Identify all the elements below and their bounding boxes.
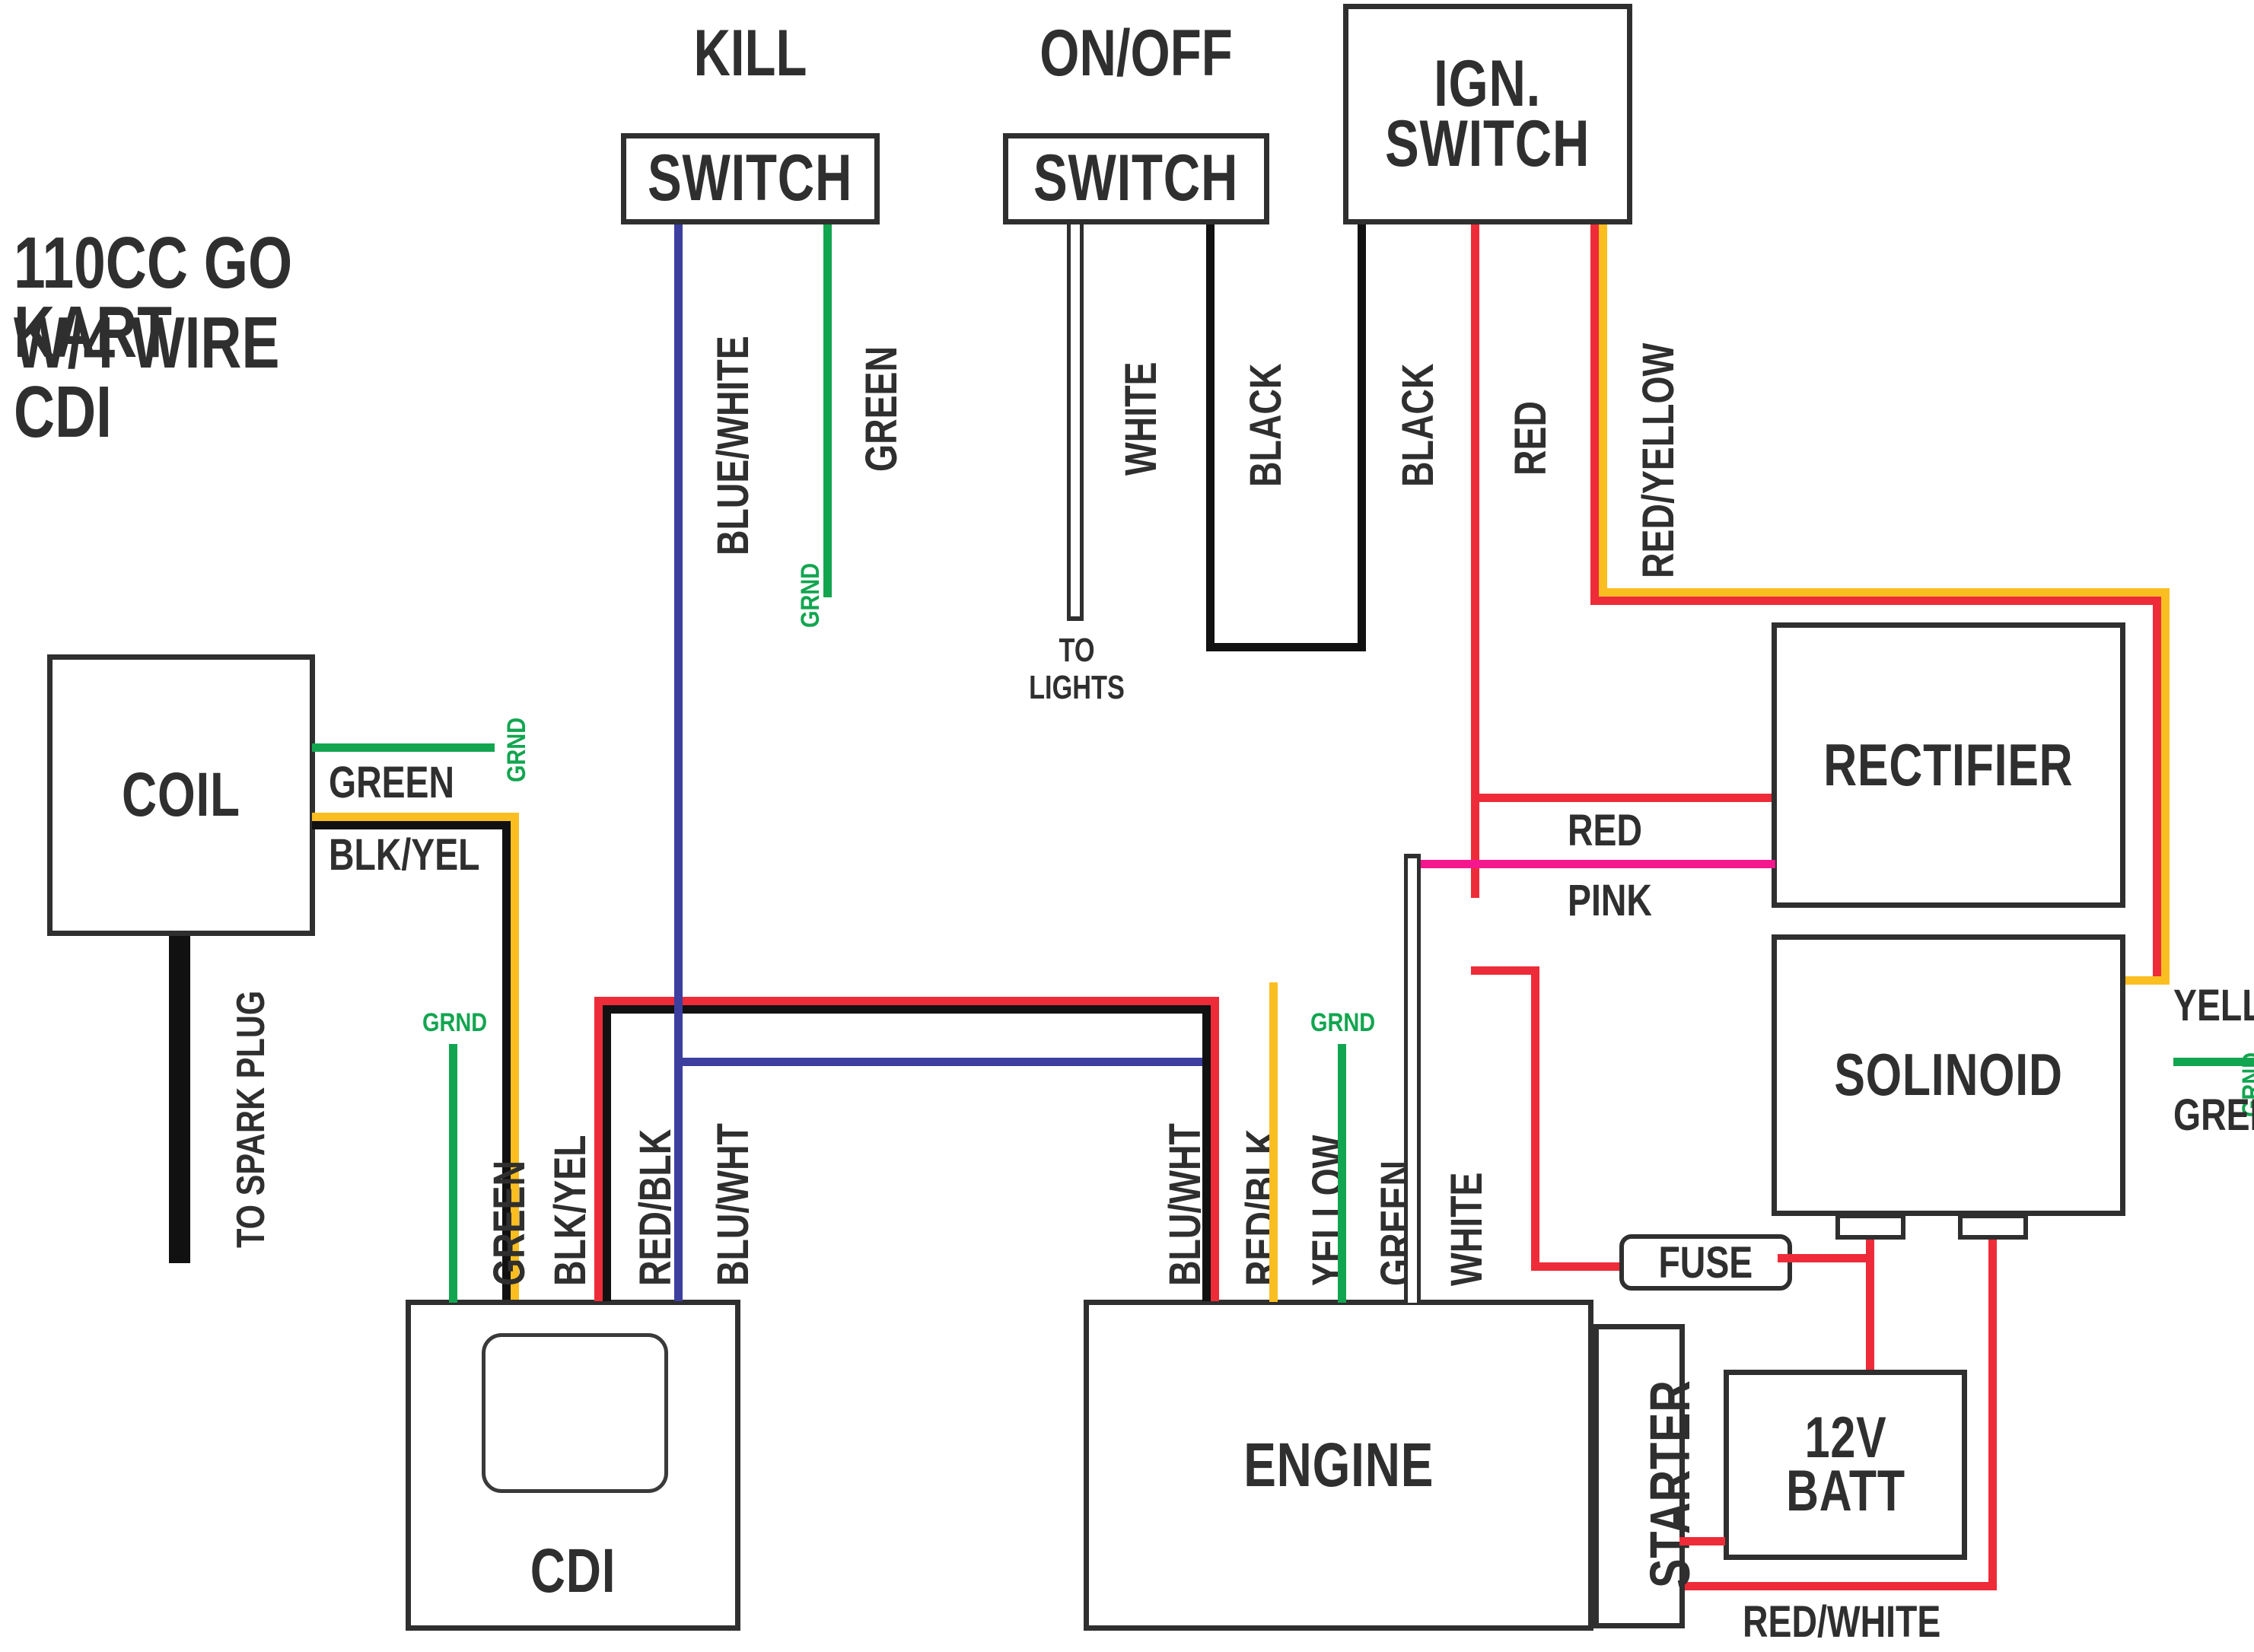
wire-onoff-black-horizontal <box>1206 643 1366 651</box>
wire-solinoid-to-battery <box>1866 1240 1874 1377</box>
wire-label-coil-green: GREEN <box>329 758 455 807</box>
wire-label-sol-yellow: YELLOW <box>2173 981 2254 1030</box>
wire-label-rect-red: RED <box>1568 806 1642 855</box>
wire-label-kill-green: GREEN <box>857 345 906 472</box>
ign-switch-label: IGN. SWITCH <box>1385 46 1590 180</box>
wire-cdi-blu-wht-v <box>674 997 683 1301</box>
wire-starter-to-battery <box>1679 1537 1725 1545</box>
wire-cdi-red-h <box>594 997 1211 1005</box>
rectifier-box[interactable]: RECTIFIER <box>1772 622 2125 908</box>
wire-label-ign-black: BLACK <box>1393 363 1443 487</box>
wire-label-cdi-green: GREEN <box>485 1160 534 1286</box>
wire-engine-black-v <box>1202 1005 1211 1301</box>
wire-ign-black-vertical <box>1358 224 1366 651</box>
page-title-line2: W/4 WIRE CDI <box>14 302 280 454</box>
ign-switch-box[interactable]: IGN. SWITCH <box>1343 4 1632 224</box>
wire-onoff-white-endcap <box>1067 616 1084 621</box>
wire-red-jog-2 <box>1531 966 1539 1271</box>
grnd-label-coil-green: GRND <box>502 717 531 782</box>
wire-red-to-rectifier <box>1471 794 1775 802</box>
solinoid-box[interactable]: SOLINOID <box>1772 934 2125 1216</box>
wire-ign-red-stripe <box>1590 224 1599 605</box>
wire-red-stripe-right-edge <box>2153 597 2161 985</box>
grnd-label-cdi-green: GRND <box>422 1008 488 1037</box>
fuse-box[interactable]: FUSE <box>1619 1234 1792 1291</box>
onoff-switch-caption: ON/OFF <box>1039 17 1233 90</box>
wire-pink-to-rectifier <box>1415 860 1775 868</box>
wire-solinoid-right-down <box>1988 1240 1997 1590</box>
battery-box[interactable]: 12V BATT <box>1724 1370 1967 1560</box>
wire-label-ign-red: RED <box>1506 401 1555 476</box>
starter-label-wrapper: STARTER <box>1638 1380 1912 1640</box>
wire-label-to-spark-plug: TO SPARK PLUG <box>229 990 273 1248</box>
onoff-switch-box[interactable]: SWITCH <box>1003 133 1269 224</box>
wire-kill-green <box>823 224 832 597</box>
wire-cdi-green <box>449 1044 457 1303</box>
solinoid-label: SOLINOID <box>1834 1041 2063 1109</box>
wire-cdi-black-h <box>603 1005 1202 1014</box>
wire-engine-yellow <box>1269 982 1278 1302</box>
wire-engine-white <box>1404 854 1421 1303</box>
wire-label-rect-pink: PINK <box>1568 876 1652 925</box>
wire-blu-wht-h <box>674 1058 1211 1066</box>
wire-label-ign-red-yellow: RED/YELLOW <box>1634 342 1683 578</box>
wire-engine-white-endcap <box>1404 854 1421 858</box>
grnd-label-engine-green: GRND <box>1310 1008 1376 1037</box>
engine-label: ENGINE <box>1243 1430 1434 1500</box>
wire-label-sol-green: GREEN <box>2173 1090 2254 1140</box>
wire-yellow-stripe-right-edge <box>2161 588 2170 985</box>
wiring-diagram-canvas: 110CC GO KART W/4 WIRE CDI KILL SWITCH B… <box>0 0 2254 1652</box>
wire-cdi-red-v <box>594 997 603 1301</box>
wire-onoff-black-vertical <box>1206 224 1215 651</box>
onoff-switch-label: SWITCH <box>1033 142 1239 215</box>
grnd-label-kill-green: GRND <box>796 562 825 628</box>
coil-label: COIL <box>122 760 240 830</box>
wire-red-jog-1 <box>1471 966 1539 975</box>
wire-label-onoff-black: BLACK <box>1241 363 1291 487</box>
wire-label-cdi-red-blk: RED/BLK <box>631 1128 680 1286</box>
cdi-connector-outline <box>482 1333 668 1493</box>
wire-label-cdi-blk-yel: BLK/YEL <box>546 1135 595 1287</box>
solinoid-terminal-right <box>1958 1214 2028 1240</box>
wire-kill-blue-white <box>674 224 683 1001</box>
kill-switch-label: SWITCH <box>648 142 853 215</box>
to-lights-label: TO LIGHTS <box>1029 632 1125 707</box>
wire-coil-yellow-stripe-h <box>312 813 519 821</box>
wire-engine-red-v <box>1211 997 1219 1301</box>
wire-coil-green <box>312 743 495 752</box>
kill-switch-caption: KILL <box>693 17 807 90</box>
coil-box[interactable]: COIL <box>47 654 315 936</box>
battery-label: 12V BATT <box>1785 1405 1905 1523</box>
wire-label-coil-blk-yel: BLK/YEL <box>329 830 480 880</box>
wire-label-kill-blue-white: BLUE/WHITE <box>708 336 758 555</box>
wire-onoff-white <box>1067 224 1084 620</box>
wire-ign-yellow-stripe <box>1599 224 1607 605</box>
wire-spark-plug <box>169 936 190 1263</box>
solinoid-terminal-left <box>1835 1214 1905 1240</box>
starter-box[interactable]: STARTER <box>1593 1324 1702 1628</box>
wire-label-cdi-blu-wht: BLU/WHT <box>708 1123 758 1286</box>
starter-label: STARTER <box>1638 1380 1702 1588</box>
wire-fuse-to-solinoid-terminal <box>1778 1254 1874 1262</box>
wire-cdi-black-v <box>603 1005 611 1301</box>
engine-box[interactable]: ENGINE <box>1084 1300 1593 1631</box>
wire-coil-black-stripe-h <box>312 821 511 829</box>
wire-label-engine-red-blk: RED/BLK <box>1237 1128 1287 1286</box>
wire-red-stripe-horizontal <box>1590 597 2161 605</box>
kill-switch-box[interactable]: SWITCH <box>621 133 880 224</box>
cdi-label: CDI <box>530 1536 616 1606</box>
wire-label-engine-white: WHITE <box>1442 1172 1492 1286</box>
rectifier-label: RECTIFIER <box>1823 731 2074 798</box>
wire-yellow-stripe-horizontal <box>1599 588 2170 597</box>
wire-label-onoff-white: WHITE <box>1116 361 1166 476</box>
fuse-label: FUSE <box>1658 1237 1753 1288</box>
wire-engine-green <box>1338 1044 1346 1303</box>
